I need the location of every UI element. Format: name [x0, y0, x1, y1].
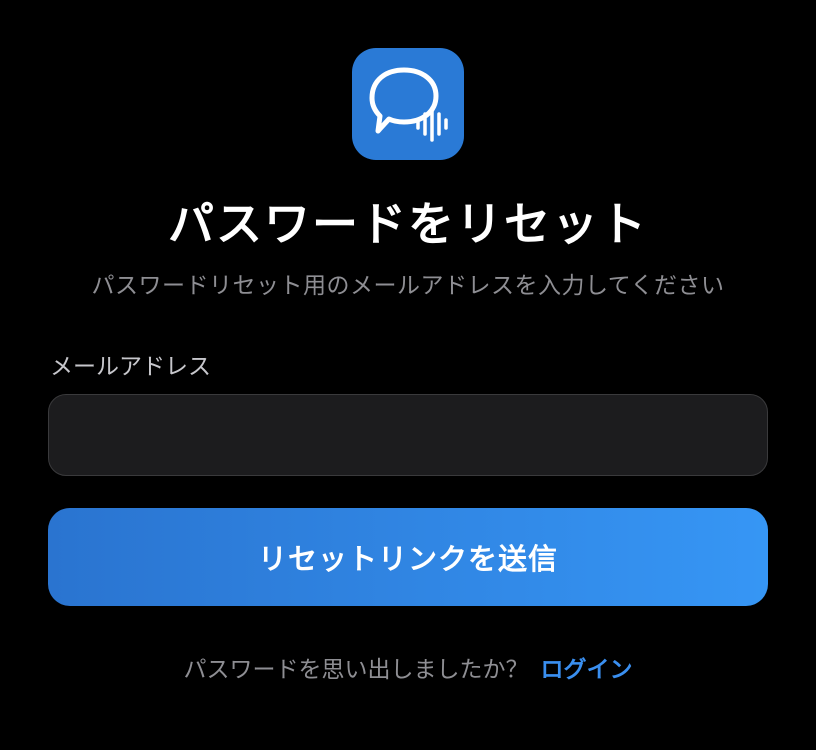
email-field-label: メールアドレス: [50, 354, 211, 380]
page-subtitle: パスワードリセット用のメールアドレスを入力してください: [91, 273, 725, 299]
login-prompt: パスワードを思い出しましたか？ ログイン: [0, 652, 816, 688]
login-prompt-text: パスワードを思い出しましたか？: [183, 657, 529, 683]
page-title: パスワードをリセット: [168, 197, 648, 251]
app-logo: [352, 48, 464, 160]
chat-voice-icon: [369, 67, 448, 142]
send-reset-link-button[interactable]: リセットリンクを送信: [48, 508, 768, 606]
login-link[interactable]: ログイン: [541, 657, 633, 683]
email-field[interactable]: [48, 394, 768, 476]
